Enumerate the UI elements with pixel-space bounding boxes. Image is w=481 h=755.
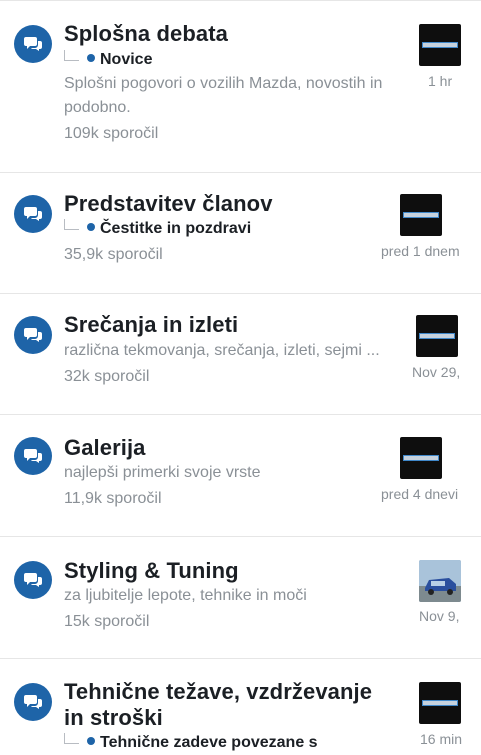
message-count: 32k sporočil xyxy=(64,368,150,385)
forum-row-tehnicne-tezave[interactable]: Tehnične težave, vzdrževanje in stroški … xyxy=(0,658,481,751)
forum-row-srecanja-in-izleti[interactable]: Srečanja in izleti različna tekmovanja, … xyxy=(0,293,481,414)
latest-post-time[interactable]: pred 1 dnem xyxy=(381,242,460,260)
subforum-link[interactable]: Čestitke in pozdravi xyxy=(64,217,251,241)
latest-poster-avatar[interactable] xyxy=(416,315,458,357)
subforum-label: Čestitke in pozdravi xyxy=(100,220,252,237)
latest-poster-avatar[interactable] xyxy=(419,24,461,66)
message-count: 15k sporočil xyxy=(64,613,150,630)
skyactiv-badge-icon xyxy=(403,212,439,218)
forum-title-line: in stroški xyxy=(64,705,163,730)
latest-poster-avatar[interactable] xyxy=(400,194,442,236)
forum-title[interactable]: Galerija xyxy=(64,435,146,461)
latest-post-time[interactable]: Nov 9, xyxy=(419,607,459,625)
subforum-link[interactable]: Novice xyxy=(64,48,152,72)
latest-post-time[interactable]: Nov 29, xyxy=(412,363,460,381)
latest-post-time[interactable]: pred 4 dnevi xyxy=(381,485,458,503)
tree-connector-icon xyxy=(64,219,79,230)
latest-post-time[interactable]: 16 min xyxy=(420,730,462,748)
forum-title[interactable]: Predstavitev članov xyxy=(64,191,273,217)
latest-poster-avatar[interactable] xyxy=(419,560,461,602)
latest-post-time[interactable]: 1 hr xyxy=(428,72,452,90)
forum-title[interactable]: Tehnične težave, vzdrževanje in stroški xyxy=(64,679,372,731)
skyactiv-badge-icon xyxy=(403,455,439,461)
forum-row-splosna-debata[interactable]: Splošna debata Novice Splošni pogovori o… xyxy=(0,0,481,172)
forum-description: različna tekmovanja, srečanja, izleti, s… xyxy=(64,342,380,359)
subforum-link[interactable]: Tehnične zadeve povezane s xyxy=(64,731,318,755)
forum-row-predstavitev-clanov[interactable]: Predstavitev članov Čestitke in pozdravi… xyxy=(0,172,481,293)
forum-title[interactable]: Splošna debata xyxy=(64,21,228,47)
forum-row-galerija[interactable]: Galerija najlepši primerki svoje vrste 1… xyxy=(0,414,481,536)
message-count: 11,9k sporočil xyxy=(64,490,162,507)
subforum-dot-icon xyxy=(87,54,95,62)
forum-description: Splošni pogovori o vozilih Mazda, novost… xyxy=(64,75,383,116)
subforum-label: Tehnične zadeve povezane s xyxy=(100,734,318,751)
subforum-dot-icon xyxy=(87,737,95,745)
chat-bubbles-icon xyxy=(14,561,52,599)
forum-title[interactable]: Srečanja in izleti xyxy=(64,312,238,338)
message-count: 35,9k sporočil xyxy=(64,246,163,263)
chat-bubbles-icon xyxy=(14,195,52,233)
latest-poster-avatar[interactable] xyxy=(419,682,461,724)
skyactiv-badge-icon xyxy=(422,42,458,48)
tree-connector-icon xyxy=(64,50,79,61)
chat-bubbles-icon xyxy=(14,683,52,721)
skyactiv-badge-icon xyxy=(422,700,458,706)
subforum-label: Novice xyxy=(100,51,153,68)
forum-description: za ljubitelje lepote, tehnike in moči xyxy=(64,587,307,604)
message-count: 109k sporočil xyxy=(64,125,159,142)
forum-description: najlepši primerki svoje vrste xyxy=(64,464,261,481)
forum-title[interactable]: Styling & Tuning xyxy=(64,558,239,584)
forum-row-styling-tuning[interactable]: Styling & Tuning za ljubitelje lepote, t… xyxy=(0,536,481,658)
forum-list: Splošna debata Novice Splošni pogovori o… xyxy=(0,0,481,751)
tree-connector-icon xyxy=(64,733,79,744)
chat-bubbles-icon xyxy=(14,25,52,63)
subforum-dot-icon xyxy=(87,223,95,231)
chat-bubbles-icon xyxy=(14,437,52,475)
latest-poster-avatar[interactable] xyxy=(400,437,442,479)
skyactiv-badge-icon xyxy=(419,333,455,339)
forum-title-line: Tehnične težave, vzdrževanje xyxy=(64,679,373,704)
car-photo-icon xyxy=(419,560,461,602)
chat-bubbles-icon xyxy=(14,316,52,354)
